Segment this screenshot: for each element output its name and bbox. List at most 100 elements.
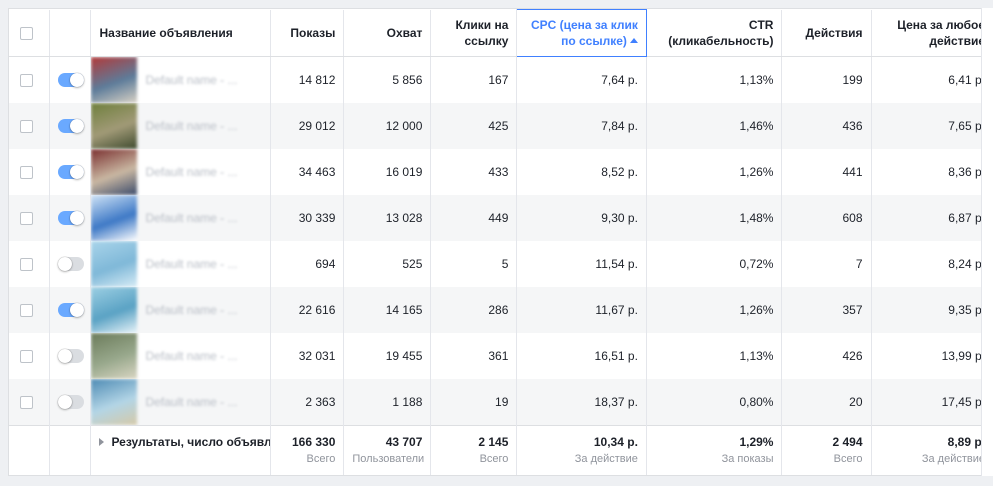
ad-name-text[interactable]: Default name - ... [145, 349, 237, 363]
cell-ctr: 1,13% [646, 56, 783, 103]
summary-reach-value: 43 707 [385, 435, 423, 449]
cell-link-clicks: 286 [430, 287, 518, 333]
header-ad-name[interactable]: Название объявления [90, 9, 271, 57]
row-select-cell[interactable] [9, 195, 50, 241]
header-select-all[interactable] [9, 9, 50, 57]
toggle-knob [69, 211, 84, 226]
row-checkbox[interactable] [20, 396, 33, 410]
summary-cpc-sub: За действие [574, 453, 638, 465]
row-select-cell[interactable] [9, 379, 50, 426]
cell-impressions: 14 812 [270, 56, 345, 103]
row-checkbox[interactable] [20, 212, 33, 226]
cell-ad-name[interactable]: Default name - ... [90, 149, 271, 195]
cell-ad-name[interactable]: Default name - ... [90, 287, 271, 333]
select-all-checkbox[interactable] [20, 27, 33, 41]
cell-link-clicks: 449 [430, 195, 518, 241]
cell-cpc: 11,67 р. [516, 287, 647, 333]
header-cpc[interactable]: CPC (цена за клик по ссылке) [516, 9, 647, 57]
row-select-cell[interactable] [9, 287, 50, 333]
row-select-cell[interactable] [9, 149, 50, 195]
cell-actions: 199 [781, 56, 872, 103]
ad-status-toggle[interactable] [57, 119, 84, 134]
ad-name-text[interactable]: Default name - ... [145, 257, 237, 271]
cell-cpc: 11,54 р. [516, 241, 647, 287]
cell-cost-per-action: 17,45 р. [871, 379, 993, 426]
row-status-cell [49, 103, 92, 149]
cell-ctr: 1,46% [646, 103, 783, 149]
cell-ad-name[interactable]: Default name - ... [90, 379, 271, 426]
table-header-row: Название объявления Показы Охват Клики н… [9, 9, 993, 57]
header-link-clicks[interactable]: Клики на ссылку [430, 9, 518, 57]
ads-table: Название объявления Показы Охват Клики н… [9, 9, 993, 475]
table-row[interactable]: Default name - ... 29 012 12 000 425 7,84 р.… [9, 103, 993, 149]
cell-cpc: 9,30 р. [516, 195, 647, 241]
header-impressions[interactable]: Показы [270, 9, 345, 57]
ad-name-text[interactable]: Default name - ... [145, 395, 237, 409]
row-checkbox[interactable] [20, 304, 33, 318]
summary-cpc: 10,34 р. За действие [516, 425, 647, 475]
cell-reach: 1 188 [343, 379, 432, 426]
summary-actions-sub: Всего [833, 453, 863, 465]
toggle-knob [57, 257, 72, 272]
cell-ad-name[interactable]: Default name - ... [90, 333, 271, 379]
ad-name-text[interactable]: Default name - ... [145, 303, 237, 317]
table-row[interactable]: Default name - ... 694 525 5 11,54 р. 0,72% 7 8… [9, 241, 993, 287]
cell-link-clicks: 19 [430, 379, 518, 426]
cell-link-clicks: 425 [430, 103, 518, 149]
row-select-cell[interactable] [9, 333, 50, 379]
toggle-knob [69, 303, 84, 318]
toggle-knob [69, 119, 84, 134]
cell-impressions: 694 [270, 241, 345, 287]
cell-ad-name[interactable]: Default name - ... [90, 195, 271, 241]
ad-status-toggle[interactable] [57, 303, 84, 318]
cell-reach: 16 019 [343, 149, 432, 195]
header-cpc-label: CPC (цена за клик по ссылке) [530, 18, 638, 48]
summary-label-cell[interactable]: Результаты, число объявлений: 8 [90, 425, 271, 475]
ad-name-text[interactable]: Default name - ... [145, 165, 237, 179]
horizontal-scroll-edge[interactable] [981, 8, 993, 476]
header-cost-per-action[interactable]: Цена за любое действие [871, 9, 993, 57]
summary-cost-per-action-sub: За действие [921, 453, 985, 465]
summary-empty-check [9, 425, 50, 475]
row-select-cell[interactable] [9, 103, 50, 149]
row-checkbox[interactable] [20, 166, 33, 180]
ad-name-text[interactable]: Default name - ... [145, 119, 237, 133]
expand-caret-icon[interactable] [99, 438, 105, 446]
table-row[interactable]: Default name - ... 2 363 1 188 19 18,37 р. 0,… [9, 379, 993, 426]
cell-reach: 5 856 [343, 56, 432, 103]
ad-thumbnail [91, 149, 138, 195]
cell-link-clicks: 167 [430, 56, 518, 103]
cell-ad-name[interactable]: Default name - ... [90, 241, 271, 287]
ad-name-text[interactable]: Default name - ... [145, 73, 237, 87]
cell-ad-name[interactable]: Default name - ... [90, 56, 271, 103]
header-reach[interactable]: Охват [343, 9, 432, 57]
ad-status-toggle[interactable] [57, 395, 84, 410]
summary-cost-per-action: 8,89 р. За действие [871, 425, 993, 475]
header-ctr[interactable]: CTR (кликабельность) [646, 9, 783, 57]
row-checkbox[interactable] [20, 350, 33, 364]
table-row[interactable]: Default name - ... 32 031 19 455 361 16,51 р… [9, 333, 993, 379]
row-checkbox[interactable] [20, 74, 33, 88]
ad-status-toggle[interactable] [57, 349, 84, 364]
cell-impressions: 29 012 [270, 103, 345, 149]
cell-impressions: 22 616 [270, 287, 345, 333]
cell-ad-name[interactable]: Default name - ... [90, 103, 271, 149]
table-row[interactable]: Default name - ... 34 463 16 019 433 8,52 р.… [9, 149, 993, 195]
ad-status-toggle[interactable] [57, 73, 84, 88]
row-select-cell[interactable] [9, 56, 50, 103]
ad-status-toggle[interactable] [57, 211, 84, 226]
summary-ctr: 1,29% За показы [646, 425, 783, 475]
toggle-knob [69, 165, 84, 180]
table-row[interactable]: Default name - ... 30 339 13 028 449 9,30 р.… [9, 195, 993, 241]
row-checkbox[interactable] [20, 258, 33, 272]
row-select-cell[interactable] [9, 241, 50, 287]
ad-status-toggle[interactable] [57, 165, 84, 180]
table-row[interactable]: Default name - ... 22 616 14 165 286 11,67 р… [9, 287, 993, 333]
ad-name-text[interactable]: Default name - ... [145, 211, 237, 225]
table-body: Default name - ... 14 812 5 856 167 7,64 р. 1… [9, 56, 993, 426]
table-row[interactable]: Default name - ... 14 812 5 856 167 7,64 р. 1… [9, 56, 993, 103]
toggle-knob [57, 349, 72, 364]
header-actions[interactable]: Действия [781, 9, 872, 57]
ad-status-toggle[interactable] [57, 257, 84, 272]
row-checkbox[interactable] [20, 120, 33, 134]
